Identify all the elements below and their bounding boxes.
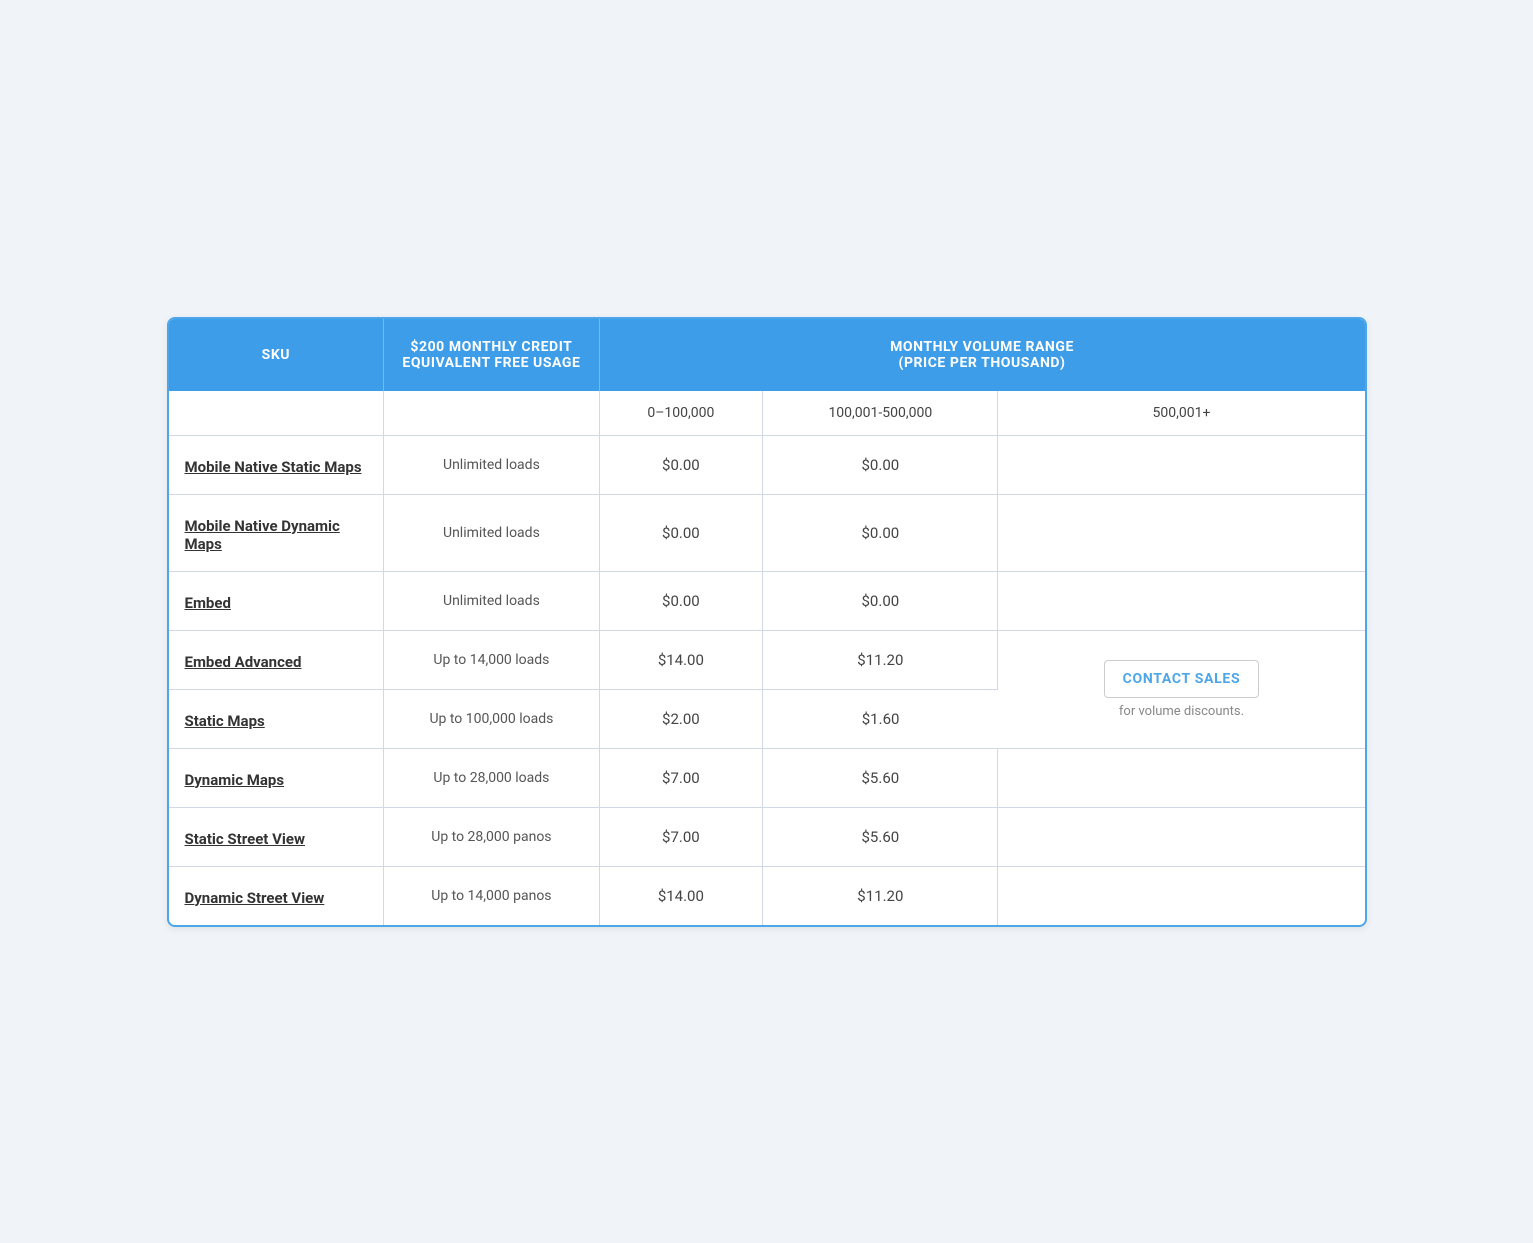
sku-cell: Static Street View xyxy=(169,807,384,866)
credit-cell: Up to 14,000 loads xyxy=(384,630,599,689)
price-low-cell: $0.00 xyxy=(599,571,763,630)
price-low-cell: $7.00 xyxy=(599,748,763,807)
sku-cell: Dynamic Maps xyxy=(169,748,384,807)
sku-link[interactable]: Static Street View xyxy=(185,830,305,848)
for-volume-discounts-text: for volume discounts. xyxy=(1119,704,1244,719)
sku-link[interactable]: Mobile Native Dynamic Maps xyxy=(185,517,340,553)
credit-cell: Up to 100,000 loads xyxy=(384,689,599,748)
price-low-cell: $14.00 xyxy=(599,866,763,925)
table-row: EmbedUnlimited loads$0.00$0.00 xyxy=(169,571,1365,630)
price-low-cell: $0.00 xyxy=(599,435,763,494)
sku-cell: Embed xyxy=(169,571,384,630)
contact-sales-wrapper: CONTACT SALES for volume discounts. xyxy=(1014,660,1348,719)
sub-header-row: 0–100,000 100,001-500,000 500,001+ xyxy=(169,391,1365,436)
sku-link[interactable]: Embed Advanced xyxy=(185,653,302,671)
pricing-table-wrapper: SKU $200 MONTHLY CREDIT EQUIVALENT FREE … xyxy=(167,317,1367,927)
contact-sales-cell: CONTACT SALES for volume discounts. xyxy=(998,630,1365,748)
credit-cell: Up to 28,000 loads xyxy=(384,748,599,807)
table-body: Mobile Native Static Maps Unlimited loads… xyxy=(169,435,1365,925)
price-low-cell: $14.00 xyxy=(599,630,763,689)
contact-sales-button[interactable]: CONTACT SALES xyxy=(1104,660,1260,698)
credit-cell: Up to 14,000 panos xyxy=(384,866,599,925)
sub-col4: 100,001-500,000 xyxy=(763,391,998,436)
price-mid-cell: $11.20 xyxy=(763,866,998,925)
price-high-cell xyxy=(998,435,1365,494)
pricing-table: SKU $200 MONTHLY CREDIT EQUIVALENT FREE … xyxy=(169,319,1365,925)
price-high-cell xyxy=(998,571,1365,630)
sub-col3: 0–100,000 xyxy=(599,391,763,436)
sku-link[interactable]: Static Maps xyxy=(185,712,265,730)
price-mid-cell: $0.00 xyxy=(763,571,998,630)
credit-cell: Unlimited loads xyxy=(384,494,599,571)
credit-cell: Unlimited loads xyxy=(384,571,599,630)
table-row: Static Street View Up to 28,000 panos$7.0… xyxy=(169,807,1365,866)
main-header-row: SKU $200 MONTHLY CREDIT EQUIVALENT FREE … xyxy=(169,319,1365,391)
price-high-cell xyxy=(998,748,1365,807)
sub-col1 xyxy=(169,391,384,436)
credit-header: $200 MONTHLY CREDIT EQUIVALENT FREE USAG… xyxy=(384,319,599,391)
sku-cell: Static Maps xyxy=(169,689,384,748)
table-row: Embed Advanced Up to 14,000 loads$14.00$1… xyxy=(169,630,1365,689)
sku-cell: Mobile Native Static Maps xyxy=(169,435,384,494)
sku-cell: Dynamic Street View xyxy=(169,866,384,925)
sku-cell: Mobile Native Dynamic Maps xyxy=(169,494,384,571)
sku-link[interactable]: Dynamic Maps xyxy=(185,771,285,789)
price-mid-cell: $0.00 xyxy=(763,435,998,494)
price-mid-cell: $0.00 xyxy=(763,494,998,571)
sub-col5: 500,001+ xyxy=(998,391,1365,436)
credit-cell: Up to 28,000 panos xyxy=(384,807,599,866)
table-row: Mobile Native Dynamic Maps Unlimited load… xyxy=(169,494,1365,571)
sku-header: SKU xyxy=(169,319,384,391)
table-row: Mobile Native Static Maps Unlimited loads… xyxy=(169,435,1365,494)
price-mid-cell: $5.60 xyxy=(763,748,998,807)
price-low-cell: $2.00 xyxy=(599,689,763,748)
table-row: Dynamic Maps Up to 28,000 loads$7.00$5.60 xyxy=(169,748,1365,807)
price-mid-cell: $5.60 xyxy=(763,807,998,866)
sub-col2 xyxy=(384,391,599,436)
price-low-cell: $7.00 xyxy=(599,807,763,866)
sku-link[interactable]: Dynamic Street View xyxy=(185,889,325,907)
credit-cell: Unlimited loads xyxy=(384,435,599,494)
price-mid-cell: $11.20 xyxy=(763,630,998,689)
sku-link[interactable]: Embed xyxy=(185,594,231,612)
price-high-cell xyxy=(998,807,1365,866)
price-mid-cell: $1.60 xyxy=(763,689,998,748)
sku-link[interactable]: Mobile Native Static Maps xyxy=(185,458,362,476)
price-high-cell xyxy=(998,494,1365,571)
price-high-cell xyxy=(998,866,1365,925)
price-low-cell: $0.00 xyxy=(599,494,763,571)
sku-cell: Embed Advanced xyxy=(169,630,384,689)
table-row: Dynamic Street View Up to 14,000 panos$14… xyxy=(169,866,1365,925)
volume-header: MONTHLY VOLUME RANGE (PRICE PER THOUSAND… xyxy=(599,319,1364,391)
